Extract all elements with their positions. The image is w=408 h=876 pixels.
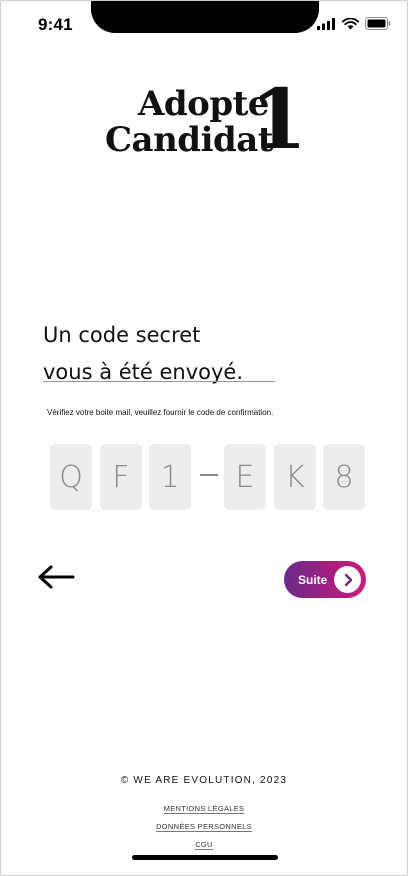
legal-notice-link[interactable]: MENTIONS LÉGALES — [1, 804, 407, 814]
battery-icon — [365, 17, 391, 30]
code-input-5[interactable]: K — [274, 444, 316, 510]
terms-link[interactable]: CGU — [1, 840, 407, 850]
logo-line-2: Candidat — [105, 120, 274, 160]
personal-data-link[interactable]: DONNÉES PERSONNELS — [1, 822, 407, 832]
code-input-4[interactable]: E — [224, 444, 266, 510]
code-separator — [200, 474, 218, 476]
logo-number: 1 — [249, 72, 307, 168]
code-input-1[interactable]: Q — [50, 444, 92, 510]
app-logo: Adopte Candidat 1 — [101, 72, 311, 168]
chevron-right-icon — [334, 566, 361, 593]
title-underline — [43, 381, 275, 382]
phone-screen: 9:41 Adopte Candidat 1 Un code secret vo… — [0, 0, 408, 876]
wifi-icon — [342, 17, 359, 29]
notch — [91, 1, 319, 33]
code-input-6[interactable]: 8 — [323, 444, 365, 510]
status-time: 9:41 — [38, 15, 73, 34]
home-indicator[interactable] — [132, 855, 278, 860]
next-button[interactable]: Suite — [284, 561, 366, 598]
next-button-label: Suite — [298, 572, 328, 587]
title-line-2: vous à été envoyé. — [43, 360, 244, 384]
copyright-text: © WE ARE EVOLUTION, 2023 — [120, 775, 288, 786]
title-line-1: Un code secret — [43, 323, 201, 347]
cellular-signal-icon — [317, 17, 335, 30]
page-title: Un code secret vous à été envoyé. — [43, 317, 243, 391]
code-input-2[interactable]: F — [100, 444, 142, 510]
instruction-text: Vérifiez votre boite mail, veuillez four… — [47, 408, 274, 417]
code-input-3[interactable]: 1 — [149, 444, 191, 510]
status-bar: 9:41 — [1, 1, 407, 49]
back-arrow-icon[interactable] — [37, 563, 75, 591]
status-icons — [317, 17, 391, 30]
